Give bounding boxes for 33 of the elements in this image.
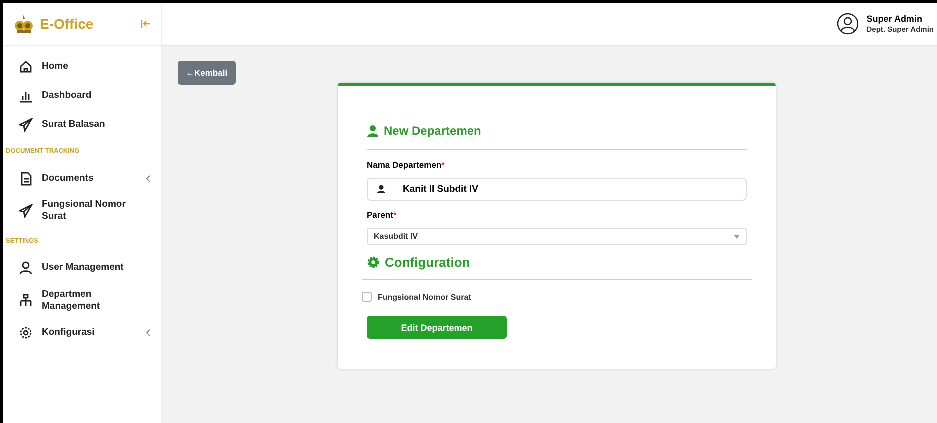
sidebar-item[interactable]: Surat Balasan [3, 110, 161, 139]
sidebar-item[interactable]: Departmen Management [3, 282, 161, 318]
paper-plane-icon [19, 204, 33, 218]
emblem-icon [14, 14, 34, 34]
sitemap-icon [19, 294, 33, 308]
home-icon [19, 60, 33, 74]
dropdown[interactable]: Kasubdit IV [367, 228, 747, 245]
back-button[interactable]: ←Kembali [178, 61, 236, 85]
user-icon [19, 261, 33, 276]
section-title: Configuration [385, 255, 470, 270]
document-icon [19, 172, 33, 186]
sidebar-item[interactable]: Dashboard [3, 81, 161, 110]
app-title: E-Office [40, 16, 95, 32]
user-name: Super Admin [866, 14, 924, 24]
paper-plane-icon [19, 118, 33, 132]
field-label: Nama Departemen* [367, 160, 445, 170]
sidebar-item[interactable]: Documents [3, 164, 161, 193]
gear-icon [19, 326, 33, 340]
sidebar-item[interactable]: Fungsional Nomor Surat [3, 193, 161, 229]
field-label: Parent* [367, 210, 397, 220]
user-avatar-icon[interactable] [836, 13, 859, 35]
collapse-icon[interactable] [141, 19, 151, 29]
checkbox-label: Fungsional Nomor Surat [378, 292, 472, 302]
input-field[interactable]: Kanit II Subdit IV [367, 178, 747, 201]
gear-icon [367, 256, 380, 269]
sidebar-item[interactable]: Konfigurasi [3, 318, 161, 348]
user-icon [367, 125, 379, 137]
user-icon [377, 185, 386, 194]
form-title: New Departemen [384, 124, 482, 138]
sidebar-item[interactable]: Home [3, 52, 161, 81]
caret-icon [734, 234, 740, 238]
sidebar-item[interactable]: User Management [3, 254, 161, 283]
checkbox[interactable] [362, 292, 372, 302]
